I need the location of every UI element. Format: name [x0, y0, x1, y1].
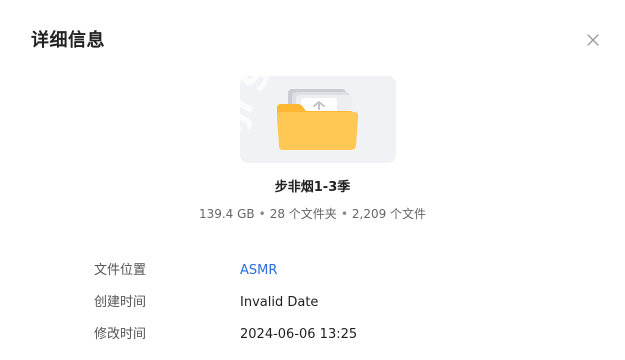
- folder-count: 28 个文件夹: [269, 207, 337, 221]
- info-row-modified: 修改时间 2024-06-06 13:25: [94, 325, 564, 345]
- modified-label: 修改时间: [94, 327, 147, 342]
- folder-summary: 139.4 GB • 28 个文件夹 • 2,209 个文件: [0, 205, 625, 222]
- folder-icon: [277, 89, 359, 150]
- location-link[interactable]: ASMR: [240, 261, 277, 281]
- close-button[interactable]: [582, 29, 604, 51]
- location-label: 文件位置: [94, 263, 147, 278]
- folder-name: 步非烟1-3季: [274, 180, 351, 195]
- close-icon: [587, 34, 599, 46]
- file-count: 2,209 个文件: [351, 207, 427, 221]
- folder-thumbnail: iiji S: [240, 76, 396, 163]
- folder-size: 139.4 GB: [198, 207, 255, 221]
- separator-dot: •: [340, 207, 348, 221]
- info-row-created: 创建时间 Invalid Date: [94, 293, 564, 313]
- created-label: 创建时间: [94, 295, 147, 310]
- created-value: Invalid Date: [240, 295, 319, 310]
- separator-dot: •: [258, 207, 266, 221]
- dialog-title: 详细信息: [31, 30, 105, 51]
- modified-value: 2024-06-06 13:25: [240, 327, 358, 342]
- info-row-location: 文件位置 ASMR: [94, 261, 564, 281]
- details-dialog: 详细信息 iiji S 步非烟1-3季 139.4 GB • 28 个文件夹 • 2,2…: [0, 0, 625, 360]
